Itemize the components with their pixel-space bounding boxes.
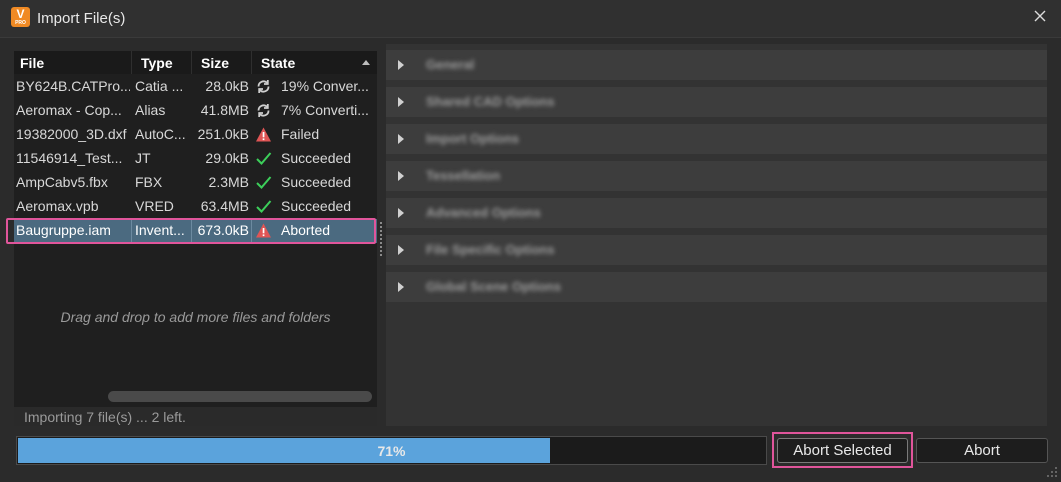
chevron-right-icon (398, 134, 404, 144)
chevron-right-icon (398, 60, 404, 70)
chevron-right-icon (398, 171, 404, 181)
option-section-label: Import Options (426, 131, 520, 146)
file-type: Catia ... (135, 78, 184, 94)
resize-grip-icon[interactable] (1046, 466, 1058, 478)
table-row[interactable]: 11546914_Test... JT 29.0kB Succeeded (14, 147, 377, 171)
option-section-file-specific-options[interactable]: File Specific Options (386, 235, 1047, 265)
table-row[interactable]: AmpCabv5.fbx FBX 2.3MB Succeeded (14, 171, 377, 195)
close-icon[interactable] (1031, 7, 1049, 25)
progress-label: 71% (377, 443, 406, 459)
option-section-label: File Specific Options (426, 242, 555, 257)
table-row[interactable]: Aeromax - Cop... Alias 41.8MB 7% Converti..… (14, 99, 377, 123)
option-section-import-options[interactable]: Import Options (386, 124, 1047, 154)
checkmark-icon (255, 150, 272, 167)
table-row[interactable]: 19382000_3D.dxf AutoC... 251.0kB Failed (14, 123, 377, 147)
horizontal-scrollbar[interactable] (108, 391, 372, 402)
progress-bar: 71% (16, 436, 767, 465)
file-state: 7% Converti... (281, 102, 369, 118)
option-section-tessellation[interactable]: Tessellation (386, 161, 1047, 191)
chevron-right-icon (398, 245, 404, 255)
file-size: 63.4MB (200, 198, 249, 214)
vred-pro-app-icon: V PRO (11, 7, 30, 27)
file-state: Failed (281, 126, 320, 142)
file-state: Succeeded (281, 174, 352, 190)
file-type: FBX (135, 174, 163, 190)
file-type: AutoC... (135, 126, 186, 142)
chevron-right-icon (398, 97, 404, 107)
options-panel: General Shared CAD Options Import Options T… (386, 44, 1047, 426)
refresh-icon (255, 78, 272, 95)
abort-button[interactable]: Abort (916, 438, 1048, 463)
table-row[interactable]: BY624B.CATPro... Catia ... 28.0kB 19% Conve… (14, 75, 377, 99)
dropzone-hint: Drag and drop to add more files and fold… (60, 309, 331, 325)
file-state: 19% Conver... (281, 78, 369, 94)
option-section-label: General (426, 57, 475, 72)
option-section-label: Shared CAD Options (426, 94, 555, 109)
abort-selected-button[interactable]: Abort Selected (777, 438, 908, 463)
file-size: 29.0kB (205, 150, 249, 166)
file-size: 2.3MB (208, 174, 249, 190)
status-bar: Importing 7 file(s) ... 2 left. (14, 407, 377, 426)
file-type: JT (135, 150, 151, 166)
file-name: Aeromax - Cop... (16, 102, 122, 118)
splitter-handle[interactable] (380, 222, 384, 256)
option-section-advanced-options[interactable]: Advanced Options (386, 198, 1047, 228)
option-section-label: Advanced Options (426, 205, 541, 220)
file-table-header: File Type Size State (14, 51, 377, 74)
file-name: AmpCabv5.fbx (16, 174, 108, 190)
column-header-file[interactable]: File (20, 55, 44, 71)
file-name: 19382000_3D.dxf (16, 126, 127, 142)
file-type: VRED (135, 198, 174, 214)
file-type: Alias (135, 102, 166, 118)
warning-icon (255, 126, 272, 143)
column-header-state[interactable]: State (261, 55, 295, 71)
column-header-size[interactable]: Size (201, 55, 229, 71)
column-header-type[interactable]: Type (141, 55, 173, 71)
file-size: 28.0kB (205, 78, 249, 94)
option-section-global-scene-options[interactable]: Global Scene Options (386, 272, 1047, 302)
option-section-general[interactable]: General (386, 50, 1047, 80)
file-name: 11546914_Test... (16, 150, 123, 166)
title-bar: V PRO Import File(s) (0, 0, 1061, 38)
file-name: BY624B.CATPro... (16, 78, 130, 94)
status-text: Importing 7 file(s) ... 2 left. (24, 409, 186, 425)
checkmark-icon (255, 198, 272, 215)
selected-row-highlight (6, 218, 376, 244)
checkmark-icon (255, 174, 272, 191)
option-section-shared-cad-options[interactable]: Shared CAD Options (386, 87, 1047, 117)
window-title: Import File(s) (37, 10, 126, 27)
table-row[interactable]: Aeromax.vpb VRED 63.4MB Succeeded (14, 195, 377, 219)
sort-ascending-icon (362, 60, 370, 65)
file-size: 251.0kB (197, 126, 249, 142)
file-state: Succeeded (281, 198, 352, 214)
file-state: Succeeded (281, 150, 352, 166)
option-section-label: Tessellation (426, 168, 501, 183)
refresh-icon (255, 102, 272, 119)
file-name: Aeromax.vpb (16, 198, 99, 214)
option-section-label: Global Scene Options (426, 279, 562, 294)
chevron-right-icon (398, 208, 404, 218)
chevron-right-icon (398, 282, 404, 292)
file-size: 41.8MB (200, 102, 249, 118)
